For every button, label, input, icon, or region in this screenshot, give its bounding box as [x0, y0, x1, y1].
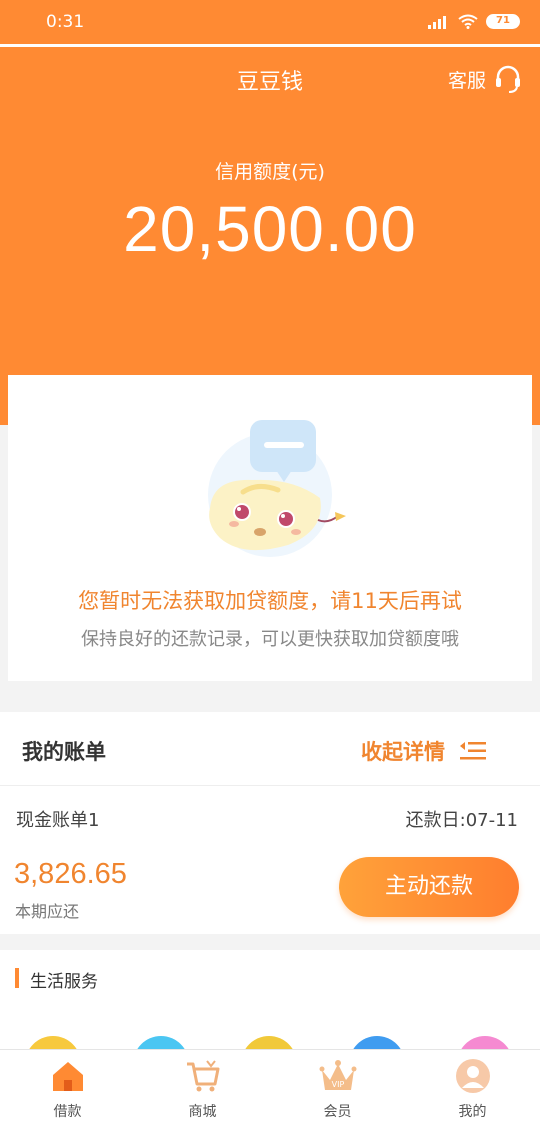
tab-label-mine: 我的 [458, 1104, 487, 1120]
tab-label-member: 会员 [323, 1104, 352, 1120]
life-services-title: 生活服务 [30, 972, 98, 992]
bill-amount: 3,826.65 [14, 858, 127, 890]
home-icon [52, 1062, 83, 1091]
notice-card: 您暂时无法获取加贷额度，请11天后再试 保持良好的还款记录，可以更快获取加贷额度… [8, 375, 532, 681]
customer-service-button[interactable]: 客服 [448, 64, 522, 94]
bill-header: 我的账单 收起详情 [0, 712, 540, 786]
bill-due-date: 还款日:07-11 [405, 810, 518, 831]
tab-loan[interactable]: 借款 [0, 1050, 135, 1124]
status-bar: 0:31 71 [0, 0, 540, 46]
avatar-icon [455, 1059, 490, 1093]
crown-icon: VIP [319, 1060, 356, 1090]
bill-section: 我的账单 收起详情 现金账单1 还款日:07-11 3,826.65 本期应还 … [0, 712, 540, 934]
signal-icon [428, 15, 446, 29]
headset-icon [496, 65, 520, 93]
bottom-tab-bar: 借款 商城 VIP 会员 我的 [0, 1049, 540, 1124]
bill-title: 我的账单 [22, 740, 106, 764]
bill-amount-label: 本期应还 [15, 902, 80, 921]
status-divider [0, 44, 540, 47]
collapse-details-label: 收起详情 [361, 740, 445, 764]
collapse-details-button[interactable]: 收起详情 [340, 712, 540, 786]
credit-limit-label: 信用额度(元) [215, 161, 325, 183]
tab-mine[interactable]: 我的 [405, 1050, 540, 1124]
credit-limit-amount: 20,500.00 [123, 193, 417, 265]
notice-message: 您暂时无法获取加贷额度，请11天后再试 [78, 589, 462, 613]
tab-label-loan: 借款 [53, 1104, 82, 1120]
tab-mall[interactable]: 商城 [135, 1050, 270, 1124]
svg-text:VIP: VIP [331, 1080, 344, 1089]
bill-name: 现金账单1 [16, 810, 100, 831]
wifi-icon [458, 14, 478, 29]
battery-level: 71 [496, 15, 510, 26]
tab-member[interactable]: VIP 会员 [270, 1050, 405, 1124]
tab-label-mall: 商城 [188, 1104, 217, 1120]
repay-button[interactable]: 主动还款 [339, 857, 519, 917]
mascot-illustration [208, 420, 346, 557]
status-icons: 71 [428, 14, 520, 29]
notice-hint: 保持良好的还款记录，可以更快获取加贷额度哦 [81, 629, 459, 650]
status-time: 0:31 [46, 12, 85, 32]
collapse-list-icon [460, 742, 486, 760]
cart-icon [186, 1060, 219, 1092]
section-marker [15, 968, 19, 988]
battery-icon: 71 [486, 14, 520, 29]
life-services-section: 生活服务 [0, 950, 540, 1092]
customer-service-label: 客服 [447, 69, 486, 92]
